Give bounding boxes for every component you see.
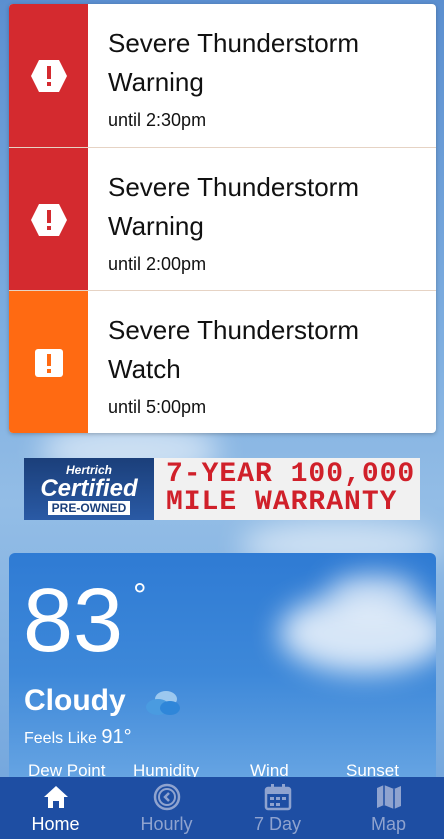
alert-severity-stripe (9, 148, 88, 291)
degree-symbol: ° (133, 577, 147, 615)
home-icon (43, 785, 68, 808)
ad-pre-owned: PRE-OWNED (47, 501, 131, 515)
calendar-icon (264, 783, 291, 810)
warning-hexagon-icon (30, 203, 67, 236)
alert-title: Severe Thunderstorm Warning (108, 172, 359, 241)
current-conditions-card[interactable]: 83 ° Cloudy Feels Like 91° Dew Point Hum… (9, 553, 436, 793)
condition-text: Cloudy (24, 684, 126, 717)
current-temperature: 83 (23, 571, 124, 671)
tab-label: Map (370, 813, 406, 834)
tab-label: Home (31, 813, 80, 834)
warning-hexagon-icon (30, 59, 67, 92)
clock-icon (153, 783, 180, 810)
ad-warranty-text: 7-YEAR 100,000 MILE WARRANTY (166, 459, 416, 518)
alert-severity-stripe (9, 4, 88, 147)
feels-like: Feels Like 91° (24, 726, 132, 748)
ad-certified: Certified (40, 475, 138, 502)
alert-until: until 5:00pm (108, 397, 207, 417)
alert-title: Severe Thunderstorm Watch (108, 315, 359, 384)
alert-item[interactable]: Severe Thunderstorm Watch until 5:00pm (9, 290, 436, 433)
tab-label: Hourly (140, 813, 193, 834)
bottom-nav: Home Hourly 7 Day Map (0, 777, 444, 839)
alert-title: Severe Thunderstorm Warning (108, 28, 359, 97)
alert-item[interactable]: Severe Thunderstorm Warning until 2:00pm (9, 147, 436, 291)
tab-label: 7 Day (253, 813, 302, 834)
ad-banner[interactable]: Hertrich Certified PRE-OWNED 7-YEAR 100,… (24, 458, 420, 520)
alerts-panel: Severe Thunderstorm Warning until 2:30pm… (9, 4, 436, 433)
alert-until: until 2:30pm (108, 110, 207, 130)
tab-7-day[interactable]: 7 Day (222, 777, 333, 839)
tab-hourly[interactable]: Hourly (111, 777, 222, 839)
card-cloud (329, 573, 419, 613)
cloudy-icon (146, 691, 180, 715)
alert-until: until 2:00pm (108, 254, 207, 274)
tab-map[interactable]: Map (333, 777, 444, 839)
alert-item[interactable]: Severe Thunderstorm Warning until 2:30pm (9, 4, 436, 147)
alert-severity-stripe (9, 291, 88, 433)
tab-home[interactable]: Home (0, 777, 111, 839)
map-icon (376, 784, 401, 809)
ad-certified-logo: Hertrich Certified PRE-OWNED (24, 458, 154, 520)
exclamation-square-icon (34, 348, 63, 377)
